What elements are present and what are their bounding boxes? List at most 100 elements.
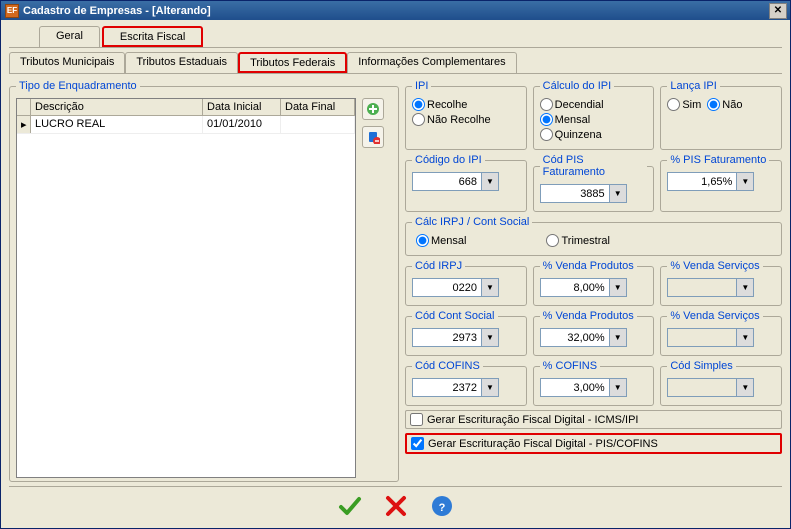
efd-icms-checkbox[interactable] <box>410 413 423 426</box>
pct-pis-fat-legend: % PIS Faturamento <box>667 154 769 166</box>
efd-pis-row[interactable]: Gerar Escrituração Fiscal Digital - PIS/… <box>405 433 782 454</box>
confirm-button[interactable] <box>336 492 364 520</box>
pct-venda-serv2-group: % Venda Serviços ▼ <box>660 310 782 356</box>
pct-pis-fat-input[interactable] <box>667 172 737 191</box>
cod-irpj-input[interactable] <box>412 278 482 297</box>
cod-simples-legend: Cód Simples <box>667 360 735 372</box>
tab-municipais-label: Tributos Municipais <box>20 56 114 68</box>
table-header: Descrição Data Inicial Data Final <box>17 99 355 116</box>
tab-tributos-estaduais[interactable]: Tributos Estaduais <box>125 52 238 73</box>
calc-ipi-quinzena-radio[interactable] <box>540 128 553 141</box>
table-row[interactable]: ▸ LUCRO REAL 01/01/2010 <box>17 116 355 134</box>
lanca-ipi-sim-radio[interactable] <box>667 98 680 111</box>
calc-irpj-trimestral-radio[interactable] <box>546 234 559 247</box>
add-row-button[interactable] <box>362 98 384 120</box>
calc-ipi-mensal-option[interactable]: Mensal <box>540 113 590 126</box>
ipi-recolhe-option[interactable]: Recolhe <box>412 98 467 111</box>
cancel-button[interactable] <box>382 492 410 520</box>
calc-irpj-mensal-option[interactable]: Mensal <box>416 234 466 247</box>
enquadramento-table[interactable]: Descrição Data Inicial Data Final ▸ LUCR… <box>16 98 356 478</box>
calc-ipi-quinzena-label: Quinzena <box>555 129 602 141</box>
tab-escrita-fiscal[interactable]: Escrita Fiscal <box>102 26 203 47</box>
pct-venda-serv1-group: % Venda Serviços ▼ <box>660 260 782 306</box>
cell-descricao: LUCRO REAL <box>31 116 203 133</box>
delete-icon <box>366 130 380 144</box>
pct-venda-prod2-dropdown[interactable]: ▼ <box>610 328 627 347</box>
pct-venda-prod2-input[interactable] <box>540 328 610 347</box>
cod-irpj-dropdown[interactable]: ▼ <box>482 278 499 297</box>
tab-escrita-fiscal-label: Escrita Fiscal <box>120 31 185 43</box>
tab-informacoes-complementares[interactable]: Informações Complementares <box>347 52 516 73</box>
cod-irpj-group: Cód IRPJ ▼ <box>405 260 527 306</box>
cod-simples-input <box>667 378 737 397</box>
cod-cont-social-input[interactable] <box>412 328 482 347</box>
ipi-legend: IPI <box>412 80 431 92</box>
calc-ipi-decendial-option[interactable]: Decendial <box>540 98 604 111</box>
cod-pis-fat-dropdown[interactable]: ▼ <box>610 184 627 203</box>
cod-pis-fat-input[interactable] <box>540 184 610 203</box>
lanca-ipi-nao-option[interactable]: Não <box>707 98 742 111</box>
cod-cofins-legend: Cód COFINS <box>412 360 483 372</box>
close-button[interactable]: ✕ <box>769 3 787 19</box>
tab-tributos-municipais[interactable]: Tributos Municipais <box>9 52 125 73</box>
cod-simples-group: Cód Simples ▼ <box>660 360 782 406</box>
help-button[interactable]: ? <box>428 492 456 520</box>
pct-venda-prod1-group: % Venda Produtos ▼ <box>533 260 655 306</box>
efd-pis-checkbox[interactable] <box>411 437 424 450</box>
tab-tributos-federais[interactable]: Tributos Federais <box>238 52 347 73</box>
col-data-final[interactable]: Data Final <box>281 99 355 115</box>
efd-icms-row[interactable]: Gerar Escrituração Fiscal Digital - ICMS… <box>405 410 782 429</box>
calc-ipi-mensal-radio[interactable] <box>540 113 553 126</box>
ipi-recolhe-label: Recolhe <box>427 99 467 111</box>
pct-cofins-group: % COFINS ▼ <box>533 360 655 406</box>
cod-simples-dropdown: ▼ <box>737 378 754 397</box>
body: Tipo de Enquadramento Descrição Data Ini… <box>9 80 782 482</box>
sub-tabs: Tributos Municipais Tributos Estaduais T… <box>9 52 782 74</box>
pct-cofins-dropdown[interactable]: ▼ <box>610 378 627 397</box>
pct-cofins-input[interactable] <box>540 378 610 397</box>
codigo-ipi-dropdown[interactable]: ▼ <box>482 172 499 191</box>
ipi-nao-recolhe-radio[interactable] <box>412 113 425 126</box>
help-icon: ? <box>430 494 454 518</box>
calc-ipi-quinzena-option[interactable]: Quinzena <box>540 128 602 141</box>
pct-pis-fat-dropdown[interactable]: ▼ <box>737 172 754 191</box>
ipi-recolhe-radio[interactable] <box>412 98 425 111</box>
ipi-nao-recolhe-option[interactable]: Não Recolhe <box>412 113 491 126</box>
lanca-ipi-sim-label: Sim <box>682 99 701 111</box>
codigo-ipi-input[interactable] <box>412 172 482 191</box>
calc-irpj-mensal-label: Mensal <box>431 235 466 247</box>
lanca-ipi-nao-radio[interactable] <box>707 98 720 111</box>
row-header-spacer <box>17 99 31 115</box>
tab-federais-label: Tributos Federais <box>250 57 335 69</box>
col-data-inicial[interactable]: Data Inicial <box>203 99 281 115</box>
window: EF Cadastro de Empresas - [Alterando] ✕ … <box>0 0 791 529</box>
tab-geral[interactable]: Geral <box>39 26 100 47</box>
x-icon <box>383 493 409 519</box>
pct-venda-prod1-dropdown[interactable]: ▼ <box>610 278 627 297</box>
lanca-ipi-sim-option[interactable]: Sim <box>667 98 701 111</box>
lanca-ipi-legend: Lança IPI <box>667 80 719 92</box>
pct-venda-serv2-dropdown: ▼ <box>737 328 754 347</box>
cod-pis-fat-legend: Cód PIS Faturamento <box>540 154 648 178</box>
table-body: ▸ LUCRO REAL 01/01/2010 <box>17 116 355 134</box>
pct-venda-prod1-input[interactable] <box>540 278 610 297</box>
cod-cofins-group: Cód COFINS ▼ <box>405 360 527 406</box>
pct-venda-serv2-input <box>667 328 737 347</box>
right-column: IPI Recolhe Não Recolhe Cálculo do IPI D… <box>405 80 782 482</box>
main-tabs: Geral Escrita Fiscal <box>9 26 782 48</box>
calc-ipi-decendial-radio[interactable] <box>540 98 553 111</box>
cod-pis-fat-group: Cód PIS Faturamento ▼ <box>533 154 655 212</box>
cod-cofins-dropdown[interactable]: ▼ <box>482 378 499 397</box>
codigo-ipi-group: Código do IPI ▼ <box>405 154 527 212</box>
delete-row-button[interactable] <box>362 126 384 148</box>
cod-cont-social-dropdown[interactable]: ▼ <box>482 328 499 347</box>
tipo-enquadramento-group: Tipo de Enquadramento Descrição Data Ini… <box>9 80 399 482</box>
calc-irpj-trimestral-option[interactable]: Trimestral <box>546 234 609 247</box>
col-descricao[interactable]: Descrição <box>31 99 203 115</box>
calc-irpj-mensal-radio[interactable] <box>416 234 429 247</box>
lanca-ipi-group: Lança IPI Sim Não <box>660 80 782 150</box>
cod-cofins-input[interactable] <box>412 378 482 397</box>
cell-data-final <box>281 116 355 133</box>
cod-cont-social-legend: Cód Cont Social <box>412 310 498 322</box>
calc-irpj-trimestral-label: Trimestral <box>561 235 609 247</box>
